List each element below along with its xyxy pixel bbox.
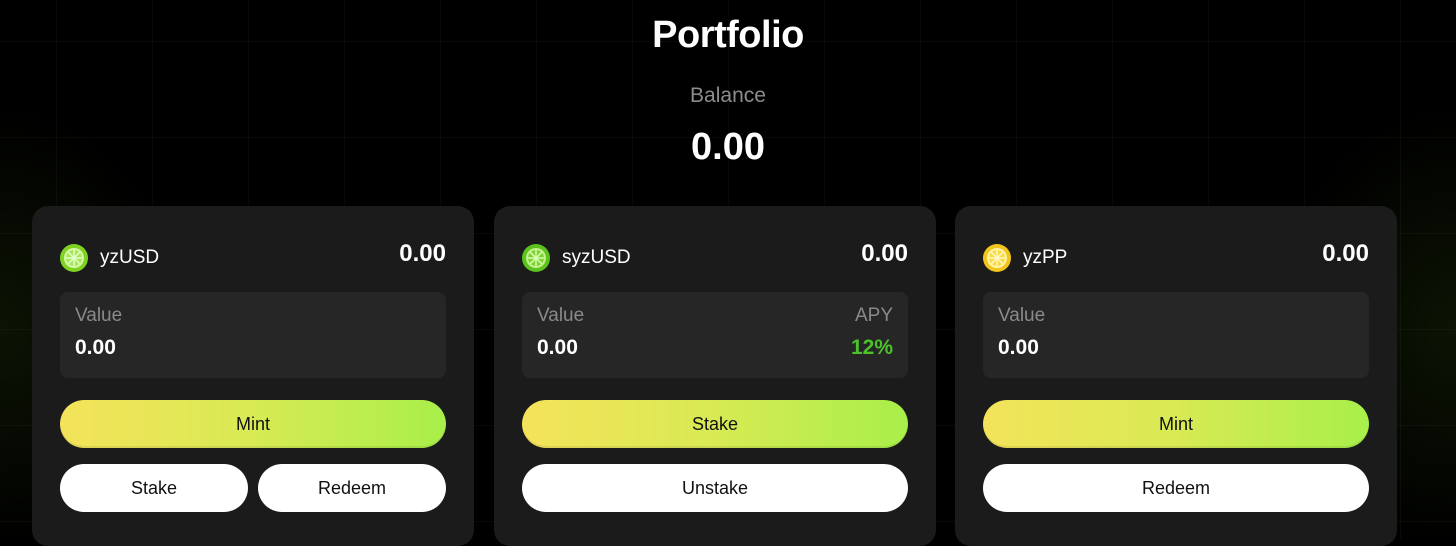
lemon-slice-icon (983, 244, 1011, 272)
page-title: Portfolio (652, 14, 804, 56)
token-amount: 0.00 (861, 240, 908, 267)
value-amount: 0.00 (537, 336, 578, 359)
stake-button[interactable]: Stake (522, 400, 908, 448)
card-header: yzUSD 0.00 (60, 240, 446, 274)
value-box: Value 0.00 (60, 292, 446, 378)
token-amount: 0.00 (1322, 240, 1369, 267)
value-label: Value (998, 305, 1046, 326)
redeem-button[interactable]: Redeem (983, 464, 1369, 512)
token-card-yzpp: yzPP 0.00 Value 0.00 Mint Redeem (955, 206, 1397, 546)
stake-button[interactable]: Stake (60, 464, 248, 512)
card-header: syzUSD 0.00 (522, 240, 908, 274)
card-header: yzPP 0.00 (983, 240, 1369, 274)
unstake-button[interactable]: Unstake (522, 464, 908, 512)
lime-slice-icon (522, 244, 550, 272)
value-label: Value (75, 305, 123, 326)
apy-value: 12% (850, 336, 893, 359)
lime-slice-icon (60, 244, 88, 272)
value-label: Value (537, 305, 585, 326)
token-card-yzusd: yzUSD 0.00 Value 0.00 Mint Stake Redeem (32, 206, 474, 546)
balance-label: Balance (690, 84, 766, 107)
value-box: Value 0.00 APY 12% (522, 292, 908, 378)
value-amount: 0.00 (998, 336, 1039, 359)
token-name: yzUSD (100, 247, 160, 268)
token-card-syzusd: syzUSD 0.00 Value 0.00 APY 12% Stake Uns… (494, 206, 936, 546)
mint-button[interactable]: Mint (60, 400, 446, 448)
value-box: Value 0.00 (983, 292, 1369, 378)
mint-button[interactable]: Mint (983, 400, 1369, 448)
token-amount: 0.00 (399, 240, 446, 267)
token-name: yzPP (1023, 247, 1068, 268)
balance-value: 0.00 (691, 126, 765, 168)
token-name: syzUSD (562, 247, 631, 268)
redeem-button[interactable]: Redeem (258, 464, 446, 512)
value-amount: 0.00 (75, 336, 116, 359)
apy-label: APY (854, 305, 893, 326)
